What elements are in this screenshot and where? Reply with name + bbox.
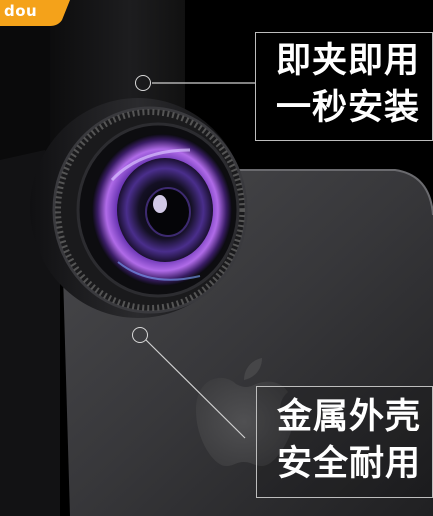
brand-logo: dou [0,0,70,26]
lens-attachment [30,98,248,318]
callout-install-line2: 一秒安装 [276,88,421,128]
callout-install: 即夹即用 一秒安装 [255,32,433,141]
callout-shell-line2: 安全耐用 [277,444,422,484]
brand-text: dou [4,2,38,20]
product-image: dou 即夹即用 一秒安装 金属外壳 安全耐用 [0,0,433,516]
callout-shell: 金属外壳 安全耐用 [256,386,433,498]
callout-marker-bottom [132,327,148,343]
callout-install-line1: 即夹即用 [276,41,421,81]
callout-shell-line1: 金属外壳 [277,397,422,437]
callout-marker-top [135,75,151,91]
